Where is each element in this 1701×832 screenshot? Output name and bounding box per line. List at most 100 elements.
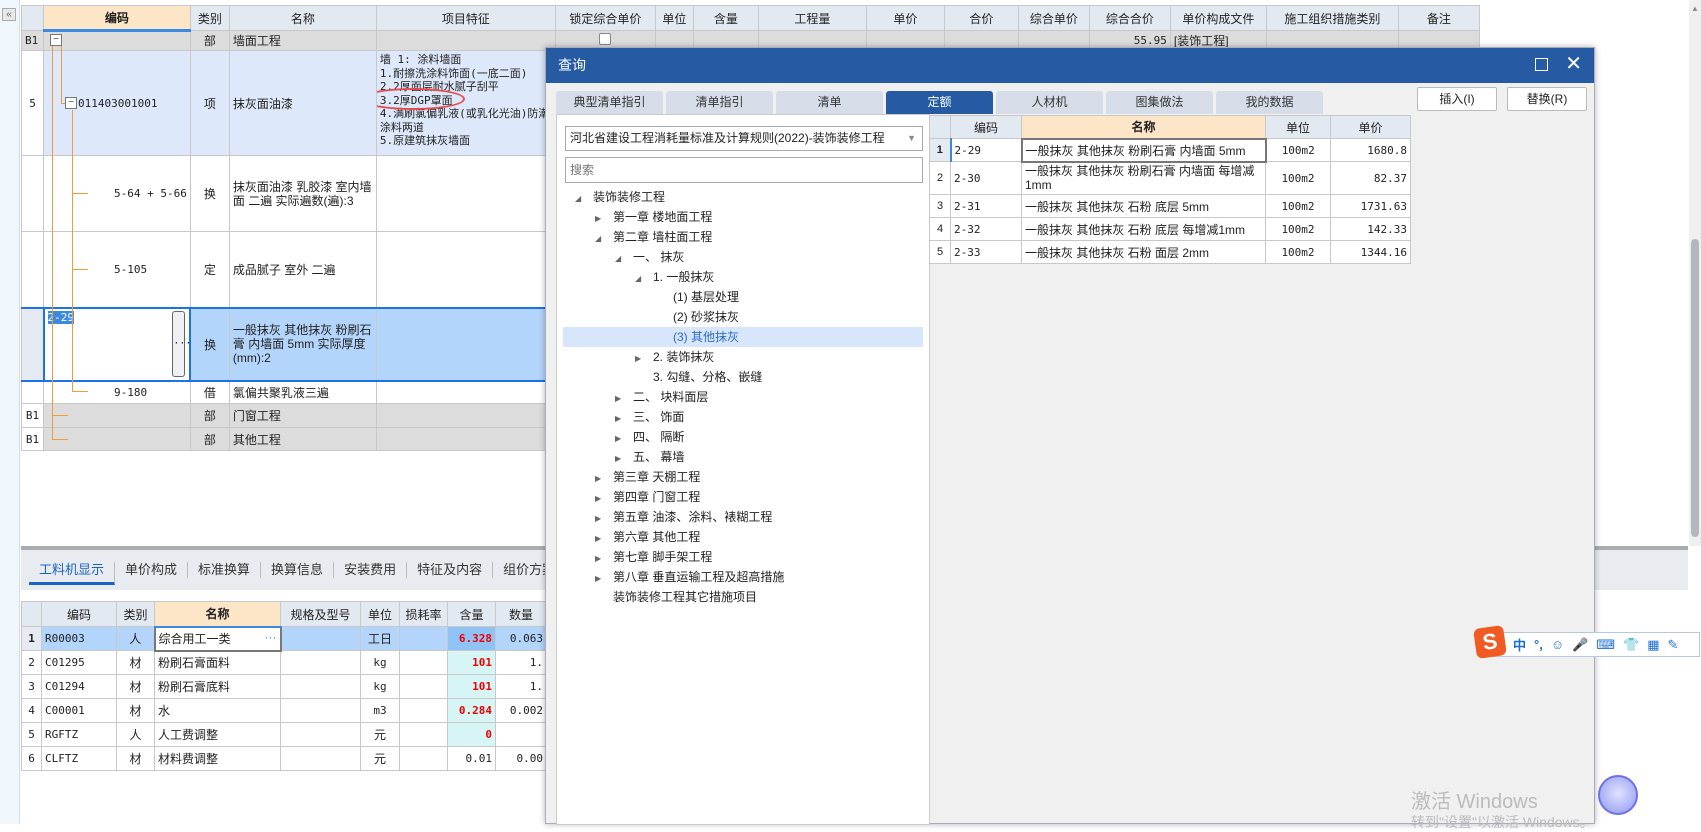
tab-quota[interactable]: 定额 [886,91,993,114]
tree-node[interactable]: ▶ 第三章 天棚工程 [557,467,929,487]
quantity-cell[interactable]: 0.002 [495,698,547,723]
spec-cell[interactable] [280,698,361,723]
tab-standard-conversion[interactable]: 标准换算 [188,562,262,578]
code-cell[interactable]: 2-31 [950,194,1022,218]
tree-node[interactable]: ▶ 第六章 其他工程 [557,527,929,547]
name-cell[interactable]: 抹灰面油漆 乳胶漆 室内墙面 二遍 实际遍数(遍):3 [228,155,377,232]
name-cell[interactable]: 一般抹灰 其他抹灰 粉刷石膏 内墙面 5mm 实际厚度(mm):2 [228,306,377,382]
spec-cell[interactable] [280,626,361,651]
collapsed-triangle-icon[interactable]: ▶ [635,349,647,369]
result-row[interactable]: 1 2-29 一般抹灰 其他抹灰 粉刷石膏 内墙面 5mm 100m2 1680… [929,137,1411,163]
content-cell[interactable]: 0.01 [447,746,496,771]
name-cell[interactable]: 门窗工程 [228,403,377,428]
type-cell[interactable]: 定 [189,231,230,308]
price-cell[interactable]: 1344.16 [1330,240,1411,264]
tree-node[interactable]: ▶ 二、 块料面层 [557,387,929,407]
quantity-cell[interactable]: 1. [495,650,547,675]
collapse-panel-button[interactable]: « [2,8,16,21]
collapsed-triangle-icon[interactable]: ▶ [595,209,607,229]
tab-conversion-info[interactable]: 换算信息 [261,562,335,578]
code-cell[interactable]: 2-29 [949,138,1022,162]
result-row[interactable]: 4 2-32 一般抹灰 其他抹灰 石粉 底层 每增减1mm 100m2 142.… [929,217,1411,241]
avatar-icon[interactable]: ✎ [1668,637,1679,653]
code-edit-cell[interactable]: 2-29 ··· [42,306,192,382]
unit-cell[interactable]: 元 [360,746,400,771]
tab-bill-guide[interactable]: 清单指引 [666,91,773,114]
punctuation-icon[interactable]: °, [1534,637,1543,652]
unit-cell[interactable]: kg [360,674,400,699]
col-header-composite-unit-price[interactable]: 综合单价 [1017,5,1090,31]
chinese-mode-icon[interactable]: 中 [1513,635,1526,654]
tab-typical-bill-guide[interactable]: 典型清单指引 [556,91,663,114]
spec-cell[interactable] [280,674,361,699]
name-cell[interactable]: 水 [154,698,281,723]
tree-node[interactable]: ▶ 第五章 油漆、涂料、裱糊工程 [557,507,929,527]
col-header-price[interactable]: 单价 [1330,115,1411,139]
name-cell[interactable]: 成品腻子 室外 二遍 [228,231,377,308]
col-header-spec[interactable]: 规格及型号 [280,601,361,627]
name-cell[interactable]: 粉刷石膏面料 [154,650,281,675]
tab-installation-cost[interactable]: 安装费用 [334,562,408,578]
code-cell[interactable]: CLFTZ [41,746,117,771]
code-cell[interactable]: 2-32 [950,217,1022,241]
name-cell[interactable]: 一般抹灰 其他抹灰 石粉 底层 每增减1mm [1021,217,1266,241]
cell[interactable] [375,380,556,404]
ellipsis-button[interactable]: ··· [265,630,277,644]
assistant-robot-icon[interactable] [1598,775,1638,815]
name-cell[interactable]: 氯偏共聚乳液三遍 [228,380,377,404]
tree-node[interactable]: ▶ 五、 幕墙 [557,447,929,467]
skin-icon[interactable]: 👕 [1623,637,1639,653]
table-row[interactable]: 2 C01295 材 粉刷石膏面料 kg 101 1. [21,650,547,675]
collapsed-triangle-icon[interactable]: ▶ [615,449,627,469]
col-header-name[interactable]: 名称 [228,5,377,31]
tree-node[interactable]: (3) 其他抹灰 [563,327,923,347]
quantity-cell[interactable]: 1. [495,674,547,699]
tab-bill[interactable]: 清单 [776,91,883,114]
cell[interactable] [375,306,556,382]
col-header-measure-type[interactable]: 施工组织措施类别 [1265,5,1399,31]
name-cell[interactable]: 一般抹灰 其他抹灰 石粉 面层 2mm [1021,240,1266,264]
name-cell[interactable]: 抹灰面油漆 [228,50,377,156]
type-cell[interactable]: 材 [116,650,155,675]
collapsed-triangle-icon[interactable]: ▶ [615,429,627,449]
name-cell[interactable]: 一般抹灰 其他抹灰 粉刷石膏 内墙面 5mm [1020,137,1267,163]
tree-node[interactable]: ▶ 第八章 垂直运输工程及超高措施 [557,567,929,587]
loss-cell[interactable] [399,626,448,651]
collapsed-triangle-icon[interactable]: ▶ [595,489,607,509]
unit-cell[interactable]: m3 [360,698,400,723]
name-cell[interactable]: 材料费调整 [154,746,281,771]
name-cell[interactable]: 一般抹灰 其他抹灰 石粉 底层 5mm [1021,194,1266,218]
sogou-logo-icon[interactable]: S [1473,625,1507,659]
maximize-icon[interactable] [1535,58,1548,71]
tree-node[interactable]: ▶ 第四章 门窗工程 [557,487,929,507]
col-header-name[interactable]: 名称 [154,601,281,628]
tree-node[interactable]: ▶ 2. 装饰抹灰 [557,347,929,367]
name-cell[interactable]: 一般抹灰 其他抹灰 粉刷石膏 内墙面 每增减1mm [1021,161,1266,195]
type-cell[interactable]: 部 [189,30,230,51]
collapsed-triangle-icon[interactable]: ▶ [595,549,607,569]
tree-node[interactable]: (2) 砂浆抹灰 [557,307,929,327]
name-edit-cell[interactable]: 综合用工一类 ··· [153,625,282,652]
col-header-name[interactable]: 名称 [1021,115,1266,139]
spec-cell[interactable] [280,650,361,675]
scrollbar-thumb[interactable] [1691,239,1699,537]
tree-node[interactable]: ▶ 四、 隔断 [557,427,929,447]
name-input[interactable]: 综合用工一类 [159,632,231,646]
type-cell[interactable]: 部 [189,427,230,451]
search-input[interactable] [565,157,923,183]
col-header-unit[interactable]: 单位 [360,601,400,627]
type-cell[interactable]: 材 [116,746,155,771]
unit-cell[interactable]: 100m2 [1265,161,1331,195]
result-row[interactable]: 5 2-33 一般抹灰 其他抹灰 石粉 面层 2mm 100m2 1344.16 [929,240,1411,264]
unit-cell[interactable]: 100m2 [1265,138,1331,162]
col-header-content[interactable]: 含量 [692,5,759,31]
code-cell[interactable]: C01295 [41,650,117,675]
type-cell[interactable]: 换 [189,155,230,232]
quantity-cell[interactable]: 0.063 [495,626,547,651]
feature-cell[interactable]: 墙 1: 涂料墙面 1.耐擦洗涂料饰面(一底二面) 2.2厚面层耐水腻子刮平 3… [375,50,556,156]
type-cell[interactable]: 换 [189,306,230,382]
unit-cell[interactable]: 100m2 [1265,240,1331,264]
unit-cell[interactable]: 100m2 [1265,194,1331,218]
tree-node[interactable]: ◢ 一、 抹灰 [557,247,929,267]
code-cell[interactable]: C00001 [41,698,117,723]
